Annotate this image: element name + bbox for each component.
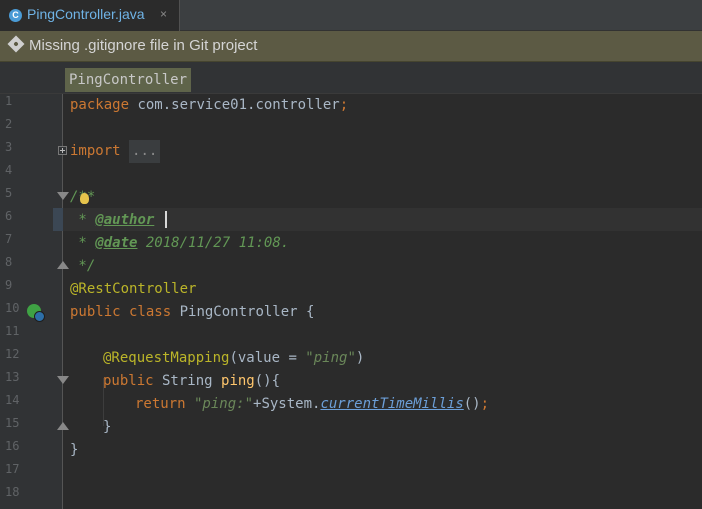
- method-name: ping: [221, 373, 255, 389]
- keyword: import: [70, 143, 121, 159]
- line-number: 11: [5, 324, 20, 338]
- current-line-marker: [53, 208, 63, 231]
- string-literal: "ping:": [185, 396, 254, 412]
- tab-ping-controller[interactable]: C PingController.java ×: [0, 0, 180, 31]
- line-number-gutter: 1 2 3 4 5 6 7 8 9 10 11 12 13 14 15 16 1…: [0, 94, 63, 509]
- line-number: 5: [5, 186, 13, 200]
- semicolon: ;: [480, 396, 490, 412]
- javadoc-tag: @date: [95, 235, 138, 251]
- comment-star: *: [70, 235, 96, 251]
- code-editor[interactable]: package com.service01.controller; import…: [63, 94, 702, 509]
- lightbulb-icon[interactable]: [80, 193, 89, 204]
- keyword: return: [135, 396, 186, 412]
- code-line-11: public class PingController {: [70, 301, 314, 324]
- class-declaration: PingController {: [171, 304, 315, 320]
- banner-message: Missing .gitignore file in Git project: [29, 37, 258, 54]
- notification-banner: Missing .gitignore file in Git project: [0, 31, 702, 62]
- line-number: 10: [5, 301, 20, 315]
- javadoc-tag: @author: [95, 212, 155, 228]
- line-number: 14: [5, 393, 20, 407]
- line-number: 6: [5, 209, 13, 223]
- line-number: 15: [5, 416, 20, 430]
- code-line-14: public String ping(){: [103, 370, 280, 393]
- line-number: 17: [5, 462, 20, 476]
- line-number: 7: [5, 232, 13, 246]
- type-name: String: [153, 373, 222, 389]
- keyword: public class: [70, 304, 172, 320]
- line-number: 8: [5, 255, 13, 269]
- line-number: 2: [5, 117, 13, 131]
- code-text: ): [355, 350, 365, 366]
- tab-label: PingController.java: [27, 6, 145, 22]
- code-line-3: import ...: [70, 140, 161, 163]
- text-cursor: [165, 211, 167, 228]
- line-number: 9: [5, 278, 13, 292]
- code-text: (): [463, 396, 481, 412]
- code-line-8: * @date 2018/11/27 11:08.: [70, 232, 289, 255]
- code-line-9: */: [70, 258, 96, 274]
- comment-star: *: [70, 212, 96, 228]
- code-text: +System.: [253, 396, 321, 412]
- code-line-13: @RequestMapping(value = "ping"): [103, 347, 364, 370]
- code-line-16: }: [103, 419, 112, 435]
- line-number: 16: [5, 439, 20, 453]
- code-line-7: * @author: [70, 209, 154, 232]
- code-text: (){: [254, 373, 281, 389]
- static-method-call: currentTimeMillis: [320, 396, 464, 412]
- comment-text: 2018/11/27 11:08.: [137, 235, 290, 251]
- close-icon[interactable]: ×: [160, 7, 167, 21]
- breadcrumb-item[interactable]: PingController: [65, 68, 192, 92]
- code-line-15: return "ping:"+System.currentTimeMillis(…: [135, 393, 489, 416]
- annotation: @RequestMapping: [103, 350, 230, 366]
- keyword: package: [70, 97, 130, 113]
- line-number: 3: [5, 140, 13, 154]
- class-marker-icon: [34, 311, 45, 322]
- code-text: (value =: [229, 350, 306, 366]
- folded-imports[interactable]: ...: [129, 140, 161, 163]
- java-class-icon: C: [9, 9, 22, 22]
- code-line-1: package com.service01.controller;: [70, 94, 348, 117]
- git-icon: [7, 35, 25, 53]
- code-line-17: }: [70, 442, 79, 458]
- line-number: 4: [5, 163, 13, 177]
- keyword: public: [103, 373, 154, 389]
- semicolon: ;: [339, 97, 349, 113]
- package-name: com.service01.controller: [129, 97, 340, 113]
- breadcrumb: PingController: [0, 62, 702, 94]
- line-number: 1: [5, 94, 13, 108]
- string-literal: "ping": [305, 350, 356, 366]
- code-line-10: @RestController: [70, 281, 197, 297]
- line-number: 13: [5, 370, 20, 384]
- line-number: 18: [5, 485, 20, 499]
- editor-tab-bar: C PingController.java ×: [0, 0, 702, 31]
- line-number: 12: [5, 347, 20, 361]
